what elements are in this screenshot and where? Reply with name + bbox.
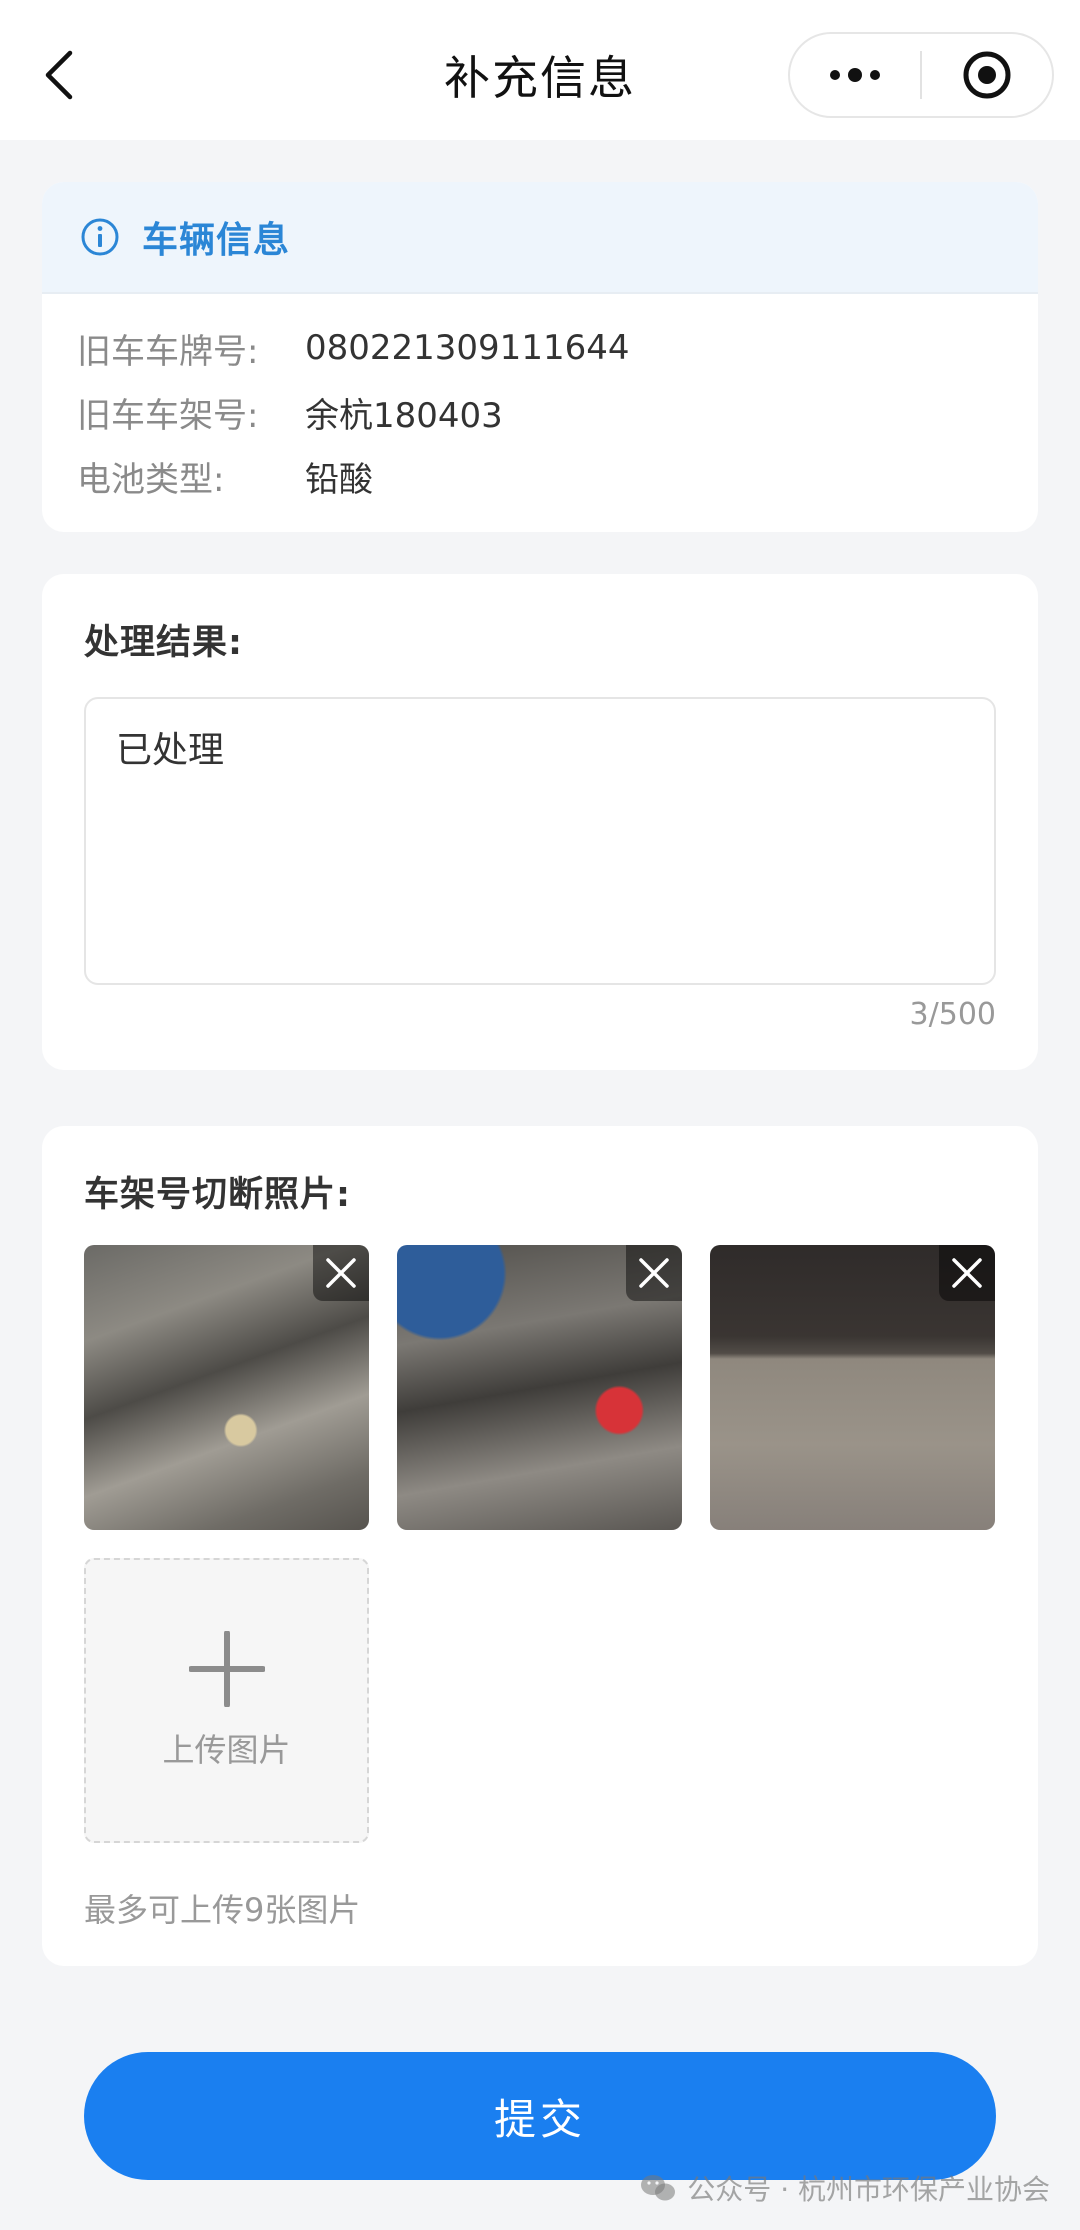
plate-number-value: 080221309111644 <box>305 328 630 368</box>
vehicle-info-title: 车辆信息 <box>142 220 291 261</box>
page: 补充信息 车辆信息 旧车车牌号: 080221309111644 旧车车架号: … <box>0 0 1080 2230</box>
battery-type-row: 电池类型: 铅酸 <box>77 444 1038 508</box>
close-icon <box>326 1258 356 1288</box>
vehicle-info-list: 旧车车牌号: 080221309111644 旧车车架号: 余杭180403 电… <box>42 294 1038 508</box>
vehicle-info-header: 车辆信息 <box>42 182 1038 294</box>
submit-button[interactable]: 提交 <box>84 2052 996 2180</box>
vehicle-info-card: 车辆信息 旧车车牌号: 080221309111644 旧车车架号: 余杭180… <box>42 182 1038 532</box>
photos-title: 车架号切断照片: <box>84 1175 351 1215</box>
upload-limit-hint: 最多可上传9张图片 <box>84 1891 361 1929</box>
watermark-text: 公众号 · 杭州市环保产业协会 <box>687 2173 1050 2206</box>
processing-result-title: 处理结果: <box>84 623 243 663</box>
processing-result-card: 处理结果: 已处理 3/500 <box>42 574 1038 1070</box>
navigation-bar: 补充信息 <box>0 0 1080 140</box>
plus-icon <box>188 1630 265 1707</box>
more-button[interactable] <box>790 34 920 116</box>
plate-number-row: 旧车车牌号: 080221309111644 <box>77 316 1038 380</box>
photo-thumbnail[interactable] <box>84 1245 369 1530</box>
photo-thumbnail[interactable] <box>397 1245 682 1530</box>
upload-image-label: 上传图片 <box>162 1730 291 1769</box>
wechat-icon <box>641 2175 676 2201</box>
remove-photo-button[interactable] <box>626 1245 682 1301</box>
frame-cut-photos-card: 车架号切断照片: 上传图片 最多可上传9张图片 <box>42 1126 1038 1966</box>
photo-thumbnail[interactable] <box>710 1245 995 1530</box>
character-counter: 3/500 <box>909 997 996 1032</box>
target-icon <box>963 51 1011 99</box>
photo-grid: 上传图片 <box>84 1245 996 1843</box>
frame-number-value: 余杭180403 <box>305 395 503 436</box>
mini-program-capsule <box>788 32 1054 118</box>
processing-result-textarea[interactable]: 已处理 <box>84 697 996 985</box>
processing-result-value: 已处理 <box>116 730 225 771</box>
more-dots-icon <box>830 68 880 82</box>
battery-type-value: 铅酸 <box>305 459 373 500</box>
upload-image-button[interactable]: 上传图片 <box>84 1558 369 1843</box>
frame-number-row: 旧车车架号: 余杭180403 <box>77 380 1038 444</box>
plate-number-label: 旧车车牌号: <box>77 331 259 372</box>
close-icon <box>639 1258 669 1288</box>
frame-number-label: 旧车车架号: <box>77 395 259 436</box>
info-icon <box>81 218 119 256</box>
close-miniprogram-button[interactable] <box>922 34 1052 116</box>
close-icon <box>952 1258 982 1288</box>
remove-photo-button[interactable] <box>313 1245 369 1301</box>
remove-photo-button[interactable] <box>939 1245 995 1301</box>
battery-type-label: 电池类型: <box>77 459 225 500</box>
watermark: 公众号 · 杭州市环保产业协会 <box>639 2166 1050 2210</box>
